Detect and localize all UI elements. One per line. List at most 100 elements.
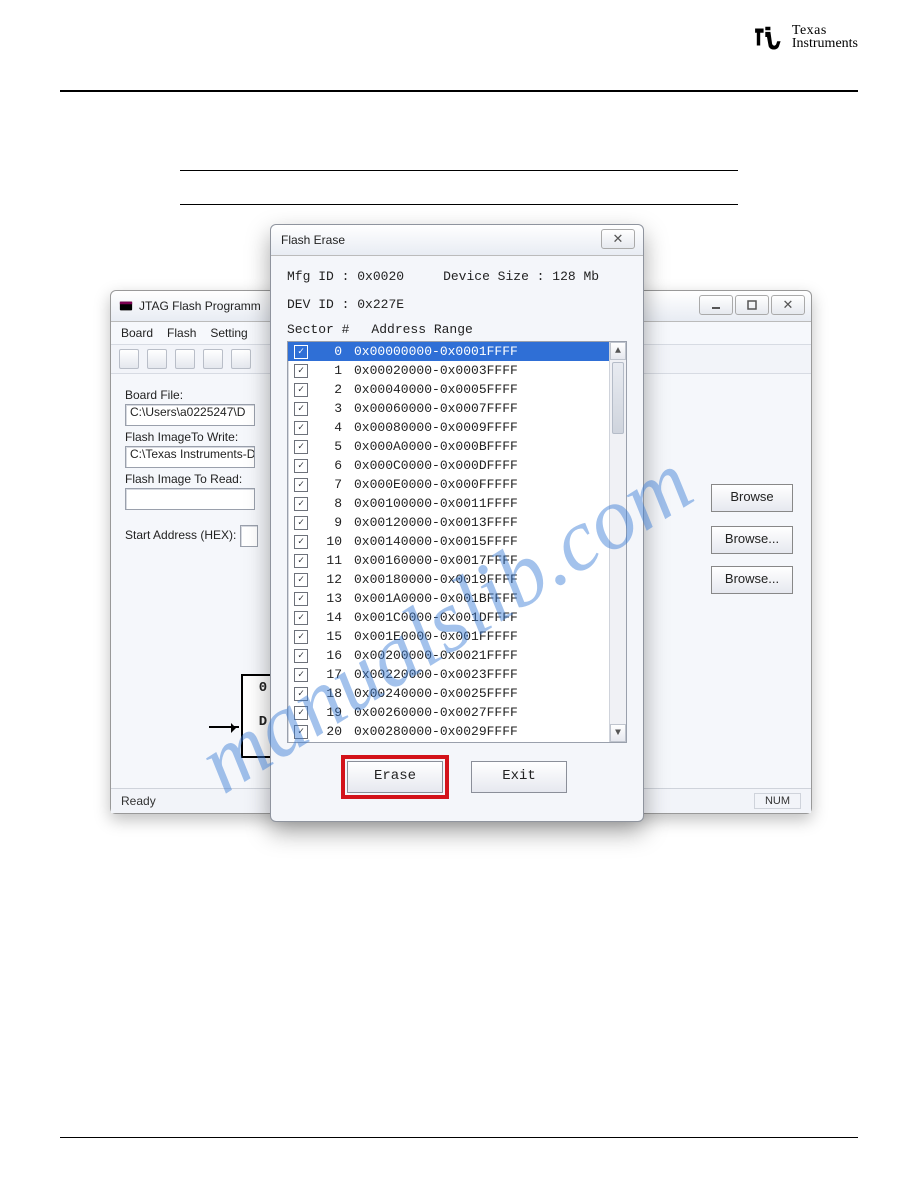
close-button[interactable]: ✕: [771, 295, 805, 315]
main-title: JTAG Flash Programm: [139, 299, 261, 313]
address-range: 0x00100000-0x0011FFFF: [354, 496, 518, 511]
toolbar-icon[interactable]: [175, 349, 195, 369]
checkbox-icon[interactable]: [294, 516, 308, 530]
address-range: 0x00020000-0x0003FFFF: [354, 363, 518, 378]
sector-number: 11: [320, 553, 342, 568]
sector-number: 9: [320, 515, 342, 530]
erase-button[interactable]: Erase: [347, 761, 443, 793]
sector-row[interactable]: 70x000E0000-0x000FFFFF: [288, 475, 626, 494]
minimize-button[interactable]: [699, 295, 733, 315]
imgread-input[interactable]: [125, 488, 255, 510]
browse-button-3[interactable]: Browse...: [711, 566, 793, 594]
scroll-down-icon[interactable]: ▼: [610, 724, 626, 742]
sector-number: 14: [320, 610, 342, 625]
checkbox-icon[interactable]: [294, 478, 308, 492]
col-range: Address Range: [371, 322, 472, 337]
sector-row[interactable]: 1 0x00020000-0x0003FFFF: [288, 361, 626, 380]
note-rule-bottom: [180, 204, 738, 205]
imgwrite-input[interactable]: C:\Texas Instruments-D: [125, 446, 255, 468]
checkbox-icon[interactable]: [294, 459, 308, 473]
checkbox-icon[interactable]: [294, 535, 308, 549]
browse-button-1[interactable]: Browse: [711, 484, 793, 512]
sector-number: 19: [320, 705, 342, 720]
checkbox-icon[interactable]: [294, 497, 308, 511]
menu-flash[interactable]: Flash: [167, 326, 196, 340]
sector-row[interactable]: 30x00060000-0x0007FFFF: [288, 399, 626, 418]
address-range: 0x00280000-0x0029FFFF: [354, 724, 518, 739]
checkbox-icon[interactable]: [294, 725, 308, 739]
brand-line2: Instruments: [792, 37, 858, 50]
sector-number: 16: [320, 648, 342, 663]
sector-row[interactable]: 50x000A0000-0x000BFFFF: [288, 437, 626, 456]
checkbox-icon[interactable]: [294, 554, 308, 568]
checkbox-icon[interactable]: [294, 687, 308, 701]
checkbox-icon[interactable]: [294, 630, 308, 644]
dev-label: DEV ID :: [287, 297, 349, 312]
checkbox-icon[interactable]: [294, 364, 308, 378]
address-range: 0x00160000-0x0017FFFF: [354, 553, 518, 568]
sector-row[interactable]: 100x00140000-0x0015FFFF: [288, 532, 626, 551]
sector-row[interactable]: 80x00100000-0x0011FFFF: [288, 494, 626, 513]
sector-number: 6: [320, 458, 342, 473]
maximize-button[interactable]: [735, 295, 769, 315]
checkbox-icon[interactable]: [294, 402, 308, 416]
checkbox-icon[interactable]: [294, 573, 308, 587]
sector-row[interactable]: 120x00180000-0x0019FFFF: [288, 570, 626, 589]
checkbox-icon[interactable]: [294, 611, 308, 625]
header-rule: [60, 90, 858, 92]
sector-number: 1: [320, 363, 342, 378]
checkbox-icon[interactable]: [294, 649, 308, 663]
toolbar-icon[interactable]: [231, 349, 251, 369]
address-range: 0x00180000-0x0019FFFF: [354, 572, 518, 587]
toolbar-icon[interactable]: [203, 349, 223, 369]
sector-row[interactable]: 20x00040000-0x0005FFFF: [288, 380, 626, 399]
toolbar-icon[interactable]: [119, 349, 139, 369]
exit-button[interactable]: Exit: [471, 761, 567, 793]
app-icon: [119, 299, 133, 313]
sector-number: 17: [320, 667, 342, 682]
sector-row[interactable]: 170x00220000-0x0023FFFF: [288, 665, 626, 684]
dialog-titlebar[interactable]: Flash Erase ✕: [271, 225, 643, 256]
address-range: 0x00080000-0x0009FFFF: [354, 420, 518, 435]
sector-number: 20: [320, 724, 342, 739]
close-icon: ✕: [783, 297, 794, 313]
status-left: Ready: [121, 794, 156, 808]
sector-row[interactable]: 190x00260000-0x0027FFFF: [288, 703, 626, 722]
menu-setting[interactable]: Setting: [210, 326, 247, 340]
sector-row[interactable]: 180x00240000-0x0025FFFF: [288, 684, 626, 703]
checkbox-icon[interactable]: [294, 345, 308, 359]
browse-button-2[interactable]: Browse...: [711, 526, 793, 554]
checkbox-icon[interactable]: [294, 421, 308, 435]
toolbar-icon[interactable]: [147, 349, 167, 369]
sector-row[interactable]: 130x001A0000-0x001BFFFF: [288, 589, 626, 608]
startaddr-input[interactable]: [240, 525, 258, 547]
sector-row[interactable]: 140x001C0000-0x001DFFFF: [288, 608, 626, 627]
address-range: 0x00120000-0x0013FFFF: [354, 515, 518, 530]
sector-number: 2: [320, 382, 342, 397]
scroll-thumb[interactable]: [612, 362, 624, 434]
sector-row[interactable]: 40x00080000-0x0009FFFF: [288, 418, 626, 437]
checkbox-icon[interactable]: [294, 706, 308, 720]
sector-row[interactable]: 20 0x00280000-0x0029FFFF: [288, 722, 626, 741]
sector-row[interactable]: 11 0x00160000-0x0017FFFF: [288, 551, 626, 570]
menu-board[interactable]: Board: [121, 326, 153, 340]
sector-row[interactable]: 60x000C0000-0x000DFFFF: [288, 456, 626, 475]
checkbox-icon[interactable]: [294, 668, 308, 682]
checkbox-icon[interactable]: [294, 592, 308, 606]
sector-row[interactable]: 150x001E0000-0x001FFFFF: [288, 627, 626, 646]
size-label: Device Size :: [443, 269, 544, 284]
dialog-title: Flash Erase: [281, 233, 345, 247]
checkbox-icon[interactable]: [294, 383, 308, 397]
sector-row[interactable]: 160x00200000-0x0021FFFF: [288, 646, 626, 665]
sector-row[interactable]: 9 0x00120000-0x0013FFFF: [288, 513, 626, 532]
sector-number: 3: [320, 401, 342, 416]
sector-row[interactable]: 00x00000000-0x0001FFFF: [288, 342, 626, 361]
note-rule-top: [180, 170, 738, 171]
dialog-close-button[interactable]: ✕: [601, 229, 635, 249]
sector-number: 0: [320, 344, 342, 359]
scrollbar[interactable]: ▲ ▼: [609, 342, 626, 742]
scroll-up-icon[interactable]: ▲: [610, 342, 626, 360]
status-num: NUM: [754, 793, 801, 809]
boardfile-input[interactable]: C:\Users\a0225247\D: [125, 404, 255, 426]
checkbox-icon[interactable]: [294, 440, 308, 454]
